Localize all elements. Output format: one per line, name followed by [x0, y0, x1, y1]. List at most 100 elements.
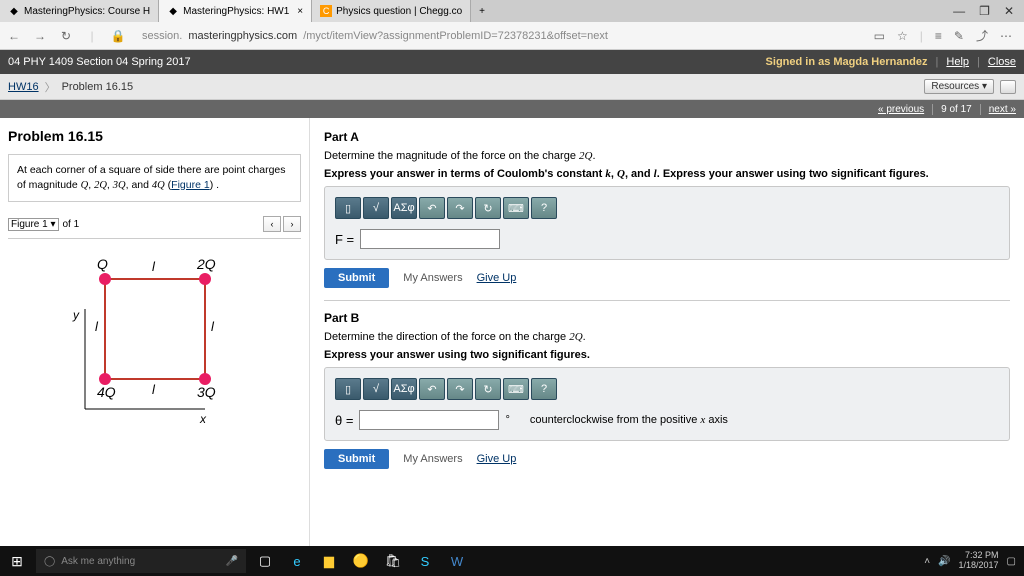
volume-icon[interactable]: 🔊 [938, 556, 950, 567]
my-answers-link[interactable]: My Answers [403, 453, 462, 465]
page-nav: « previous 9 of 17 next » [0, 100, 1024, 118]
minimize-button[interactable]: — [953, 4, 965, 18]
url-path: /myct/itemView?assignmentProblemID=72378… [303, 30, 608, 42]
greek-button[interactable]: ΑΣφ [391, 197, 417, 219]
forward-button[interactable]: → [32, 29, 48, 43]
prev-link[interactable]: « previous [878, 104, 933, 115]
sqrt-button[interactable]: √ [363, 197, 389, 219]
resources-button[interactable]: Resources ▾ [924, 79, 994, 94]
sqrt-button[interactable]: √ [363, 378, 389, 400]
part-a-answer-box: ▯ √ ΑΣφ ↶ ↷ ↻ ⌨ ? F = [324, 186, 1010, 260]
divider: | [84, 29, 100, 43]
help-link[interactable]: Help [946, 56, 969, 68]
address-bar: ← → ↻ | 🔒 session.masteringphysics.com/m… [0, 22, 1024, 50]
start-button[interactable]: ⊞ [0, 553, 34, 570]
tab-1[interactable]: ◆ MasteringPhysics: HW1 × [159, 0, 312, 22]
notifications-icon[interactable]: ▢ [1007, 556, 1016, 567]
part-a-instruct: Express your answer in terms of Coulomb'… [324, 168, 1010, 180]
explorer-icon[interactable]: ▆ [318, 550, 340, 572]
part-b-title: Part B [324, 311, 1010, 325]
notes-icon[interactable]: ✎ [954, 29, 964, 43]
undo-button[interactable]: ↶ [419, 378, 445, 400]
close-tab-icon[interactable]: × [297, 6, 303, 17]
hub-icon[interactable]: ≡ [935, 29, 942, 43]
figure-select[interactable]: Figure 1 ▾ [8, 218, 59, 231]
reset-button[interactable]: ↻ [475, 197, 501, 219]
cortana-search[interactable]: ◯ Ask me anything 🎤 [36, 549, 246, 573]
maximize-button[interactable]: ❐ [979, 4, 990, 18]
problem-statement: At each corner of a square of side there… [8, 154, 301, 202]
redo-button[interactable]: ↷ [447, 197, 473, 219]
redo-button[interactable]: ↷ [447, 378, 473, 400]
store-icon[interactable]: 🛍 [382, 550, 404, 572]
page-position: 9 of 17 [941, 104, 981, 115]
svg-text:x: x [199, 412, 207, 426]
svg-text:l: l [211, 319, 215, 334]
close-window-button[interactable]: ✕ [1004, 4, 1014, 18]
give-up-link[interactable]: Give Up [477, 272, 517, 284]
divider: | [920, 29, 923, 43]
greek-button[interactable]: ΑΣφ [391, 378, 417, 400]
keyboard-button[interactable]: ⌨ [503, 197, 529, 219]
part-a-submit-button[interactable]: Submit [324, 268, 389, 288]
word-icon[interactable]: W [446, 550, 468, 572]
keyboard-button[interactable]: ⌨ [503, 378, 529, 400]
cortana-placeholder: Ask me anything [61, 556, 135, 567]
figure-link[interactable]: Figure 1 [171, 179, 210, 191]
url-prefix: session. [142, 30, 182, 42]
tab-title: MasteringPhysics: HW1 [183, 6, 289, 17]
template-button[interactable]: ▯ [335, 197, 361, 219]
part-b-answer-box: ▯ √ ΑΣφ ↶ ↷ ↻ ⌨ ? θ = ° counterclockwise… [324, 367, 1010, 441]
reading-view-icon[interactable]: ▭ [874, 29, 885, 43]
close-link[interactable]: Close [988, 56, 1016, 68]
reset-button[interactable]: ↻ [475, 378, 501, 400]
svg-text:2Q: 2Q [196, 256, 216, 272]
clock[interactable]: 7:32 PM 1/18/2017 [959, 551, 999, 571]
new-tab-button[interactable]: + [471, 6, 493, 17]
refresh-button[interactable]: ↻ [58, 29, 74, 43]
part-b-prompt: Determine the direction of the force on … [324, 331, 1010, 343]
undo-button[interactable]: ↶ [419, 197, 445, 219]
back-button[interactable]: ← [6, 29, 22, 43]
hw-link[interactable]: HW16 [8, 81, 39, 93]
cortana-icon: ◯ [44, 556, 55, 567]
my-answers-link[interactable]: My Answers [403, 272, 462, 284]
chevron-right-icon: 〉 [45, 79, 56, 95]
url-field[interactable]: session.masteringphysics.com/myct/itemVi… [136, 30, 864, 42]
part-b-input[interactable] [359, 410, 499, 430]
tab-strip: ◆ MasteringPhysics: Course H ◆ Mastering… [0, 0, 1024, 22]
svg-text:y: y [72, 308, 80, 322]
give-up-link[interactable]: Give Up [477, 453, 517, 465]
task-view-icon[interactable]: ▢ [254, 550, 276, 572]
chrome-icon[interactable]: 🟡 [350, 550, 372, 572]
site-icon: ◆ [167, 5, 179, 17]
part-a-input[interactable] [360, 229, 500, 249]
more-icon[interactable]: ⋯ [1000, 29, 1012, 43]
problem-name: Problem 16.15 [62, 81, 134, 93]
figure-1: y x Q 2Q 3Q 4Q l l l l [8, 238, 301, 439]
tab-0[interactable]: ◆ MasteringPhysics: Course H [0, 0, 159, 22]
mic-icon[interactable]: 🎤 [226, 556, 238, 567]
taskbar: ⊞ ◯ Ask me anything 🎤 ▢ e ▆ 🟡 🛍 S W ˄ 🔊 … [0, 546, 1024, 576]
part-a-title: Part A [324, 130, 1010, 144]
help-button[interactable]: ? [531, 197, 557, 219]
template-button[interactable]: ▯ [335, 378, 361, 400]
fig-next-button[interactable]: › [283, 216, 301, 232]
part-b-submit-button[interactable]: Submit [324, 449, 389, 469]
edge-icon[interactable]: e [286, 550, 308, 572]
share-icon[interactable]: ⤴ [976, 27, 988, 44]
next-link[interactable]: next » [989, 104, 1016, 115]
tab-title: Physics question | Chegg.co [336, 6, 462, 17]
lock-icon: 🔒 [110, 29, 126, 43]
tray-up-icon[interactable]: ˄ [924, 556, 930, 567]
svg-text:4Q: 4Q [97, 384, 116, 400]
print-button[interactable] [1000, 80, 1016, 94]
fig-prev-button[interactable]: ‹ [263, 216, 281, 232]
tab-2[interactable]: C Physics question | Chegg.co [312, 0, 471, 22]
skype-icon[interactable]: S [414, 550, 436, 572]
chevron-down-icon: ▾ [982, 81, 987, 92]
help-button[interactable]: ? [531, 378, 557, 400]
part-b-instruct: Express your answer using two significan… [324, 349, 1010, 361]
lhs-label: θ = [335, 413, 353, 428]
favorite-icon[interactable]: ☆ [897, 29, 908, 43]
